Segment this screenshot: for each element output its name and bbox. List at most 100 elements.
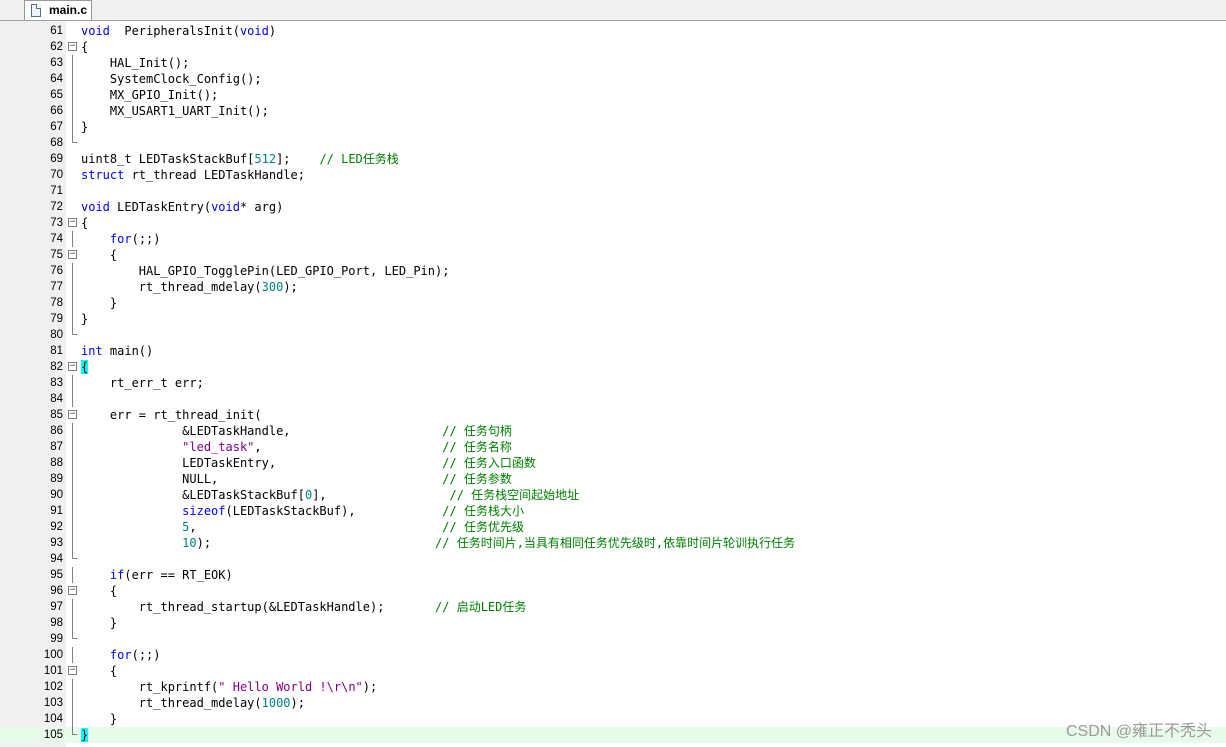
code-line[interactable]: 104 } <box>0 711 1226 727</box>
code-text[interactable]: } <box>81 119 88 135</box>
line-number: 73 <box>50 217 63 229</box>
code-text[interactable]: 5, // 任务优先级 <box>81 519 524 535</box>
code-text[interactable]: } <box>81 295 117 311</box>
code-line[interactable]: 86 &LEDTaskHandle, // 任务句柄 <box>0 423 1226 439</box>
code-line[interactable]: 80 <box>0 327 1226 343</box>
code-line[interactable]: 79} <box>0 311 1226 327</box>
code-line[interactable]: 70 struct rt_thread LEDTaskHandle; <box>0 167 1226 183</box>
code-line[interactable]: 73−{ <box>0 215 1226 231</box>
code-line[interactable]: 78 } <box>0 295 1226 311</box>
code-text[interactable]: err = rt_thread_init( <box>81 407 262 423</box>
code-line[interactable]: 101− { <box>0 663 1226 679</box>
code-line[interactable]: 61 void PeripheralsInit(void) <box>0 23 1226 39</box>
tab-main-c[interactable]: main.c <box>24 0 92 20</box>
code-text[interactable]: NULL, // 任务参数 <box>81 471 512 487</box>
code-line[interactable]: 83 rt_err_t err; <box>0 375 1226 391</box>
code-line[interactable]: 93 10); // 任务时间片,当具有相同任务优先级时,依靠时间片轮训执行任务 <box>0 535 1226 551</box>
line-number: 69 <box>50 153 63 165</box>
line-number: 88 <box>50 457 63 469</box>
code-line[interactable]: 66 MX_USART1_UART_Init(); <box>0 103 1226 119</box>
code-text[interactable]: &LEDTaskHandle, // 任务句柄 <box>81 423 512 439</box>
code-line[interactable]: 100 for(;;) <box>0 647 1226 663</box>
code-line[interactable]: 96− { <box>0 583 1226 599</box>
code-text[interactable]: { <box>81 247 117 263</box>
code-line[interactable]: 75− { <box>0 247 1226 263</box>
code-text[interactable]: HAL_GPIO_TogglePin(LED_GPIO_Port, LED_Pi… <box>81 263 450 279</box>
code-line[interactable]: 105} <box>0 727 1226 743</box>
code-line[interactable]: 84 <box>0 391 1226 407</box>
code-text[interactable]: } <box>81 311 88 327</box>
code-editor[interactable]: 61 void PeripheralsInit(void) 62−{63 HAL_I… <box>0 21 1226 747</box>
code-text[interactable]: { <box>81 215 88 231</box>
code-line[interactable]: 95 if(err == RT_EOK) <box>0 567 1226 583</box>
code-text[interactable]: uint8_t LEDTaskStackBuf[512]; // LED任务栈 <box>81 151 399 167</box>
code-line[interactable]: 72 void LEDTaskEntry(void* arg) <box>0 199 1226 215</box>
code-line[interactable]: 99 <box>0 631 1226 647</box>
code-text[interactable]: LEDTaskEntry, // 任务入口函数 <box>81 455 536 471</box>
line-number: 105 <box>43 729 63 741</box>
code-text[interactable]: { <box>81 359 89 375</box>
code-text[interactable]: rt_thread_startup(&LEDTaskHandle); // 启动… <box>81 599 527 615</box>
code-text[interactable]: HAL_Init(); <box>81 55 189 71</box>
code-text[interactable]: rt_kprintf(" Hello World !\r\n"); <box>81 679 377 695</box>
code-line[interactable]: 64 SystemClock_Config(); <box>0 71 1226 87</box>
code-text[interactable]: int main() <box>81 343 153 359</box>
code-text[interactable]: for(;;) <box>81 231 161 247</box>
code-line[interactable]: 77 rt_thread_mdelay(300); <box>0 279 1226 295</box>
code-text[interactable]: void PeripheralsInit(void) <box>81 23 276 39</box>
code-text[interactable]: rt_thread_mdelay(1000); <box>81 695 305 711</box>
code-line[interactable]: 92 5, // 任务优先级 <box>0 519 1226 535</box>
code-line[interactable]: 102 rt_kprintf(" Hello World !\r\n"); <box>0 679 1226 695</box>
code-line[interactable]: 103 rt_thread_mdelay(1000); <box>0 695 1226 711</box>
fold-collapse-icon[interactable]: − <box>67 407 78 423</box>
fold-collapse-icon[interactable]: − <box>67 39 78 55</box>
fold-collapse-icon[interactable]: − <box>67 359 78 375</box>
code-text[interactable]: 10); // 任务时间片,当具有相同任务优先级时,依靠时间片轮训执行任务 <box>81 535 795 551</box>
code-line[interactable]: 82−{ <box>0 359 1226 375</box>
code-line[interactable]: 97 rt_thread_startup(&LEDTaskHandle); //… <box>0 599 1226 615</box>
fold-end-marker <box>67 727 78 743</box>
code-text[interactable]: for(;;) <box>81 647 161 663</box>
code-line[interactable]: 85− err = rt_thread_init( <box>0 407 1226 423</box>
code-text[interactable]: if(err == RT_EOK) <box>81 567 233 583</box>
code-text[interactable]: SystemClock_Config(); <box>81 71 262 87</box>
code-line[interactable]: 74 for(;;) <box>0 231 1226 247</box>
code-text[interactable]: rt_thread_mdelay(300); <box>81 279 298 295</box>
code-text[interactable]: rt_err_t err; <box>81 375 204 391</box>
line-number: 104 <box>43 713 63 725</box>
fold-collapse-icon[interactable]: − <box>67 215 78 231</box>
code-text[interactable]: } <box>81 615 117 631</box>
code-text[interactable]: MX_GPIO_Init(); <box>81 87 218 103</box>
code-line[interactable]: 62−{ <box>0 39 1226 55</box>
code-line[interactable]: 63 HAL_Init(); <box>0 55 1226 71</box>
code-line[interactable]: 89 NULL, // 任务参数 <box>0 471 1226 487</box>
code-text[interactable]: sizeof(LEDTaskStackBuf), // 任务栈大小 <box>81 503 524 519</box>
code-line[interactable]: 88 LEDTaskEntry, // 任务入口函数 <box>0 455 1226 471</box>
code-text[interactable]: void LEDTaskEntry(void* arg) <box>81 199 283 215</box>
code-line[interactable]: 94 <box>0 551 1226 567</box>
code-line[interactable]: 69 uint8_t LEDTaskStackBuf[512]; // LED任务… <box>0 151 1226 167</box>
code-text[interactable]: { <box>81 663 117 679</box>
fold-collapse-icon[interactable]: − <box>67 583 78 599</box>
code-text[interactable]: { <box>81 39 88 55</box>
code-text[interactable]: } <box>81 711 117 727</box>
fold-collapse-icon[interactable]: − <box>67 663 78 679</box>
code-line[interactable]: 91 sizeof(LEDTaskStackBuf), // 任务栈大小 <box>0 503 1226 519</box>
code-text[interactable]: } <box>81 727 89 743</box>
code-line[interactable]: 87 "led_task", // 任务名称 <box>0 439 1226 455</box>
code-text[interactable]: struct rt_thread LEDTaskHandle; <box>81 167 305 183</box>
code-line[interactable]: 98 } <box>0 615 1226 631</box>
fold-collapse-icon[interactable]: − <box>67 247 78 263</box>
code-line[interactable]: 71 <box>0 183 1226 199</box>
code-line[interactable]: 67} <box>0 119 1226 135</box>
code-text[interactable]: { <box>81 583 117 599</box>
code-text[interactable]: "led_task", // 任务名称 <box>81 439 512 455</box>
code-text[interactable]: &LEDTaskStackBuf[0], // 任务栈空间起始地址 <box>81 487 579 503</box>
code-text[interactable]: MX_USART1_UART_Init(); <box>81 103 269 119</box>
code-line[interactable]: 76 HAL_GPIO_TogglePin(LED_GPIO_Port, LED… <box>0 263 1226 279</box>
fold-guide-line <box>72 423 73 439</box>
code-line[interactable]: 81 int main() <box>0 343 1226 359</box>
code-line[interactable]: 68 <box>0 135 1226 151</box>
code-line[interactable]: 90 &LEDTaskStackBuf[0], // 任务栈空间起始地址 <box>0 487 1226 503</box>
code-line[interactable]: 65 MX_GPIO_Init(); <box>0 87 1226 103</box>
